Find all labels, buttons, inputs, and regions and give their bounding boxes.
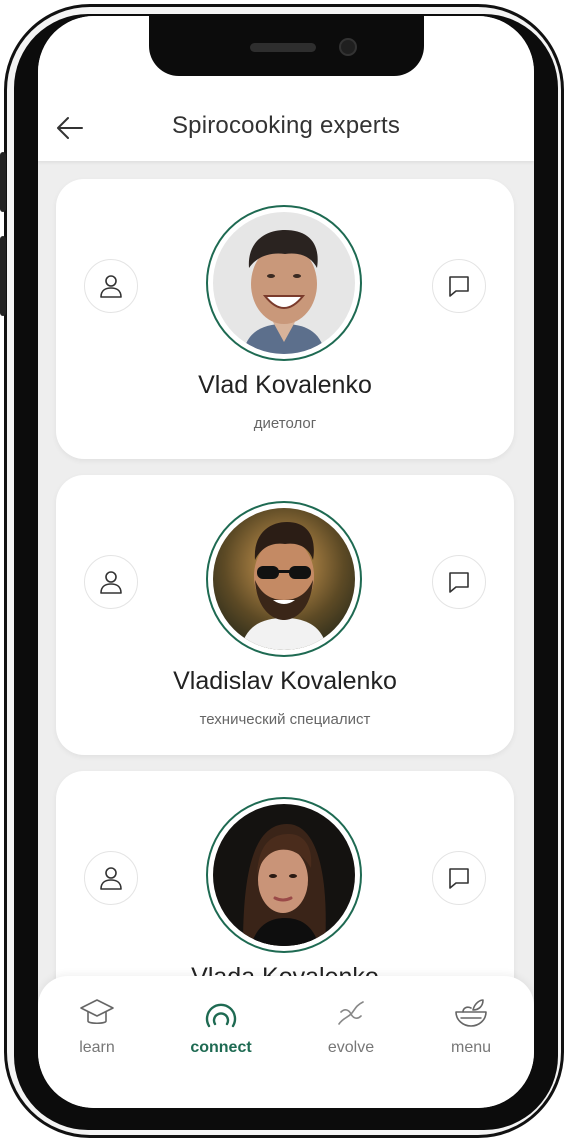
user-icon [100,275,122,298]
nav-item-connect[interactable]: connect [166,996,276,1057]
nav-item-evolve[interactable]: evolve [296,996,406,1057]
graduation-cap-icon [80,999,114,1025]
phone-side-button [0,236,6,316]
message-button[interactable] [432,555,486,609]
avatar [213,804,355,946]
expert-role: технический специалист [199,711,371,728]
nav-label: connect [190,1039,252,1056]
expert-role: диетолог [253,415,317,432]
chat-bubble-icon [449,572,469,593]
profile-button[interactable] [84,851,138,905]
avatar-ring [206,501,362,657]
camera [339,38,357,56]
notch [149,16,424,76]
expert-name: Vlad Kovalenko [198,371,372,399]
avatar-ring [206,797,362,953]
avatar-ring [206,205,362,361]
expert-card: Vlad Kovalenko диетолог [56,179,514,459]
bowl-icon [455,999,487,1027]
bottom-nav: learn connect evolve menu [38,976,534,1108]
profile-button[interactable] [84,259,138,313]
phone-side-button [0,152,6,212]
avatar [213,212,355,354]
page-title: Spirocooking experts [171,112,401,139]
nav-item-menu[interactable]: menu [416,996,526,1057]
expert-name: Vladislav Kovalenko [173,667,397,695]
profile-button[interactable] [84,555,138,609]
chat-bubble-icon [449,868,469,889]
user-icon [100,867,122,890]
user-icon [100,571,122,594]
speaker [250,43,316,52]
chat-bubble-icon [449,276,469,297]
nav-label: menu [450,1039,492,1056]
nav-label: evolve [327,1039,375,1056]
nav-item-learn[interactable]: learn [42,996,152,1057]
message-button[interactable] [432,851,486,905]
expert-card: Vladislav Kovalenko технический специали… [56,475,514,755]
evolve-icon [338,1001,364,1025]
nav-label: learn [79,1039,115,1056]
avatar [213,508,355,650]
message-button[interactable] [432,259,486,313]
connect-icon [205,1003,237,1028]
screen: Spirocooking experts Vlad Kovalenko диет… [38,16,534,1108]
